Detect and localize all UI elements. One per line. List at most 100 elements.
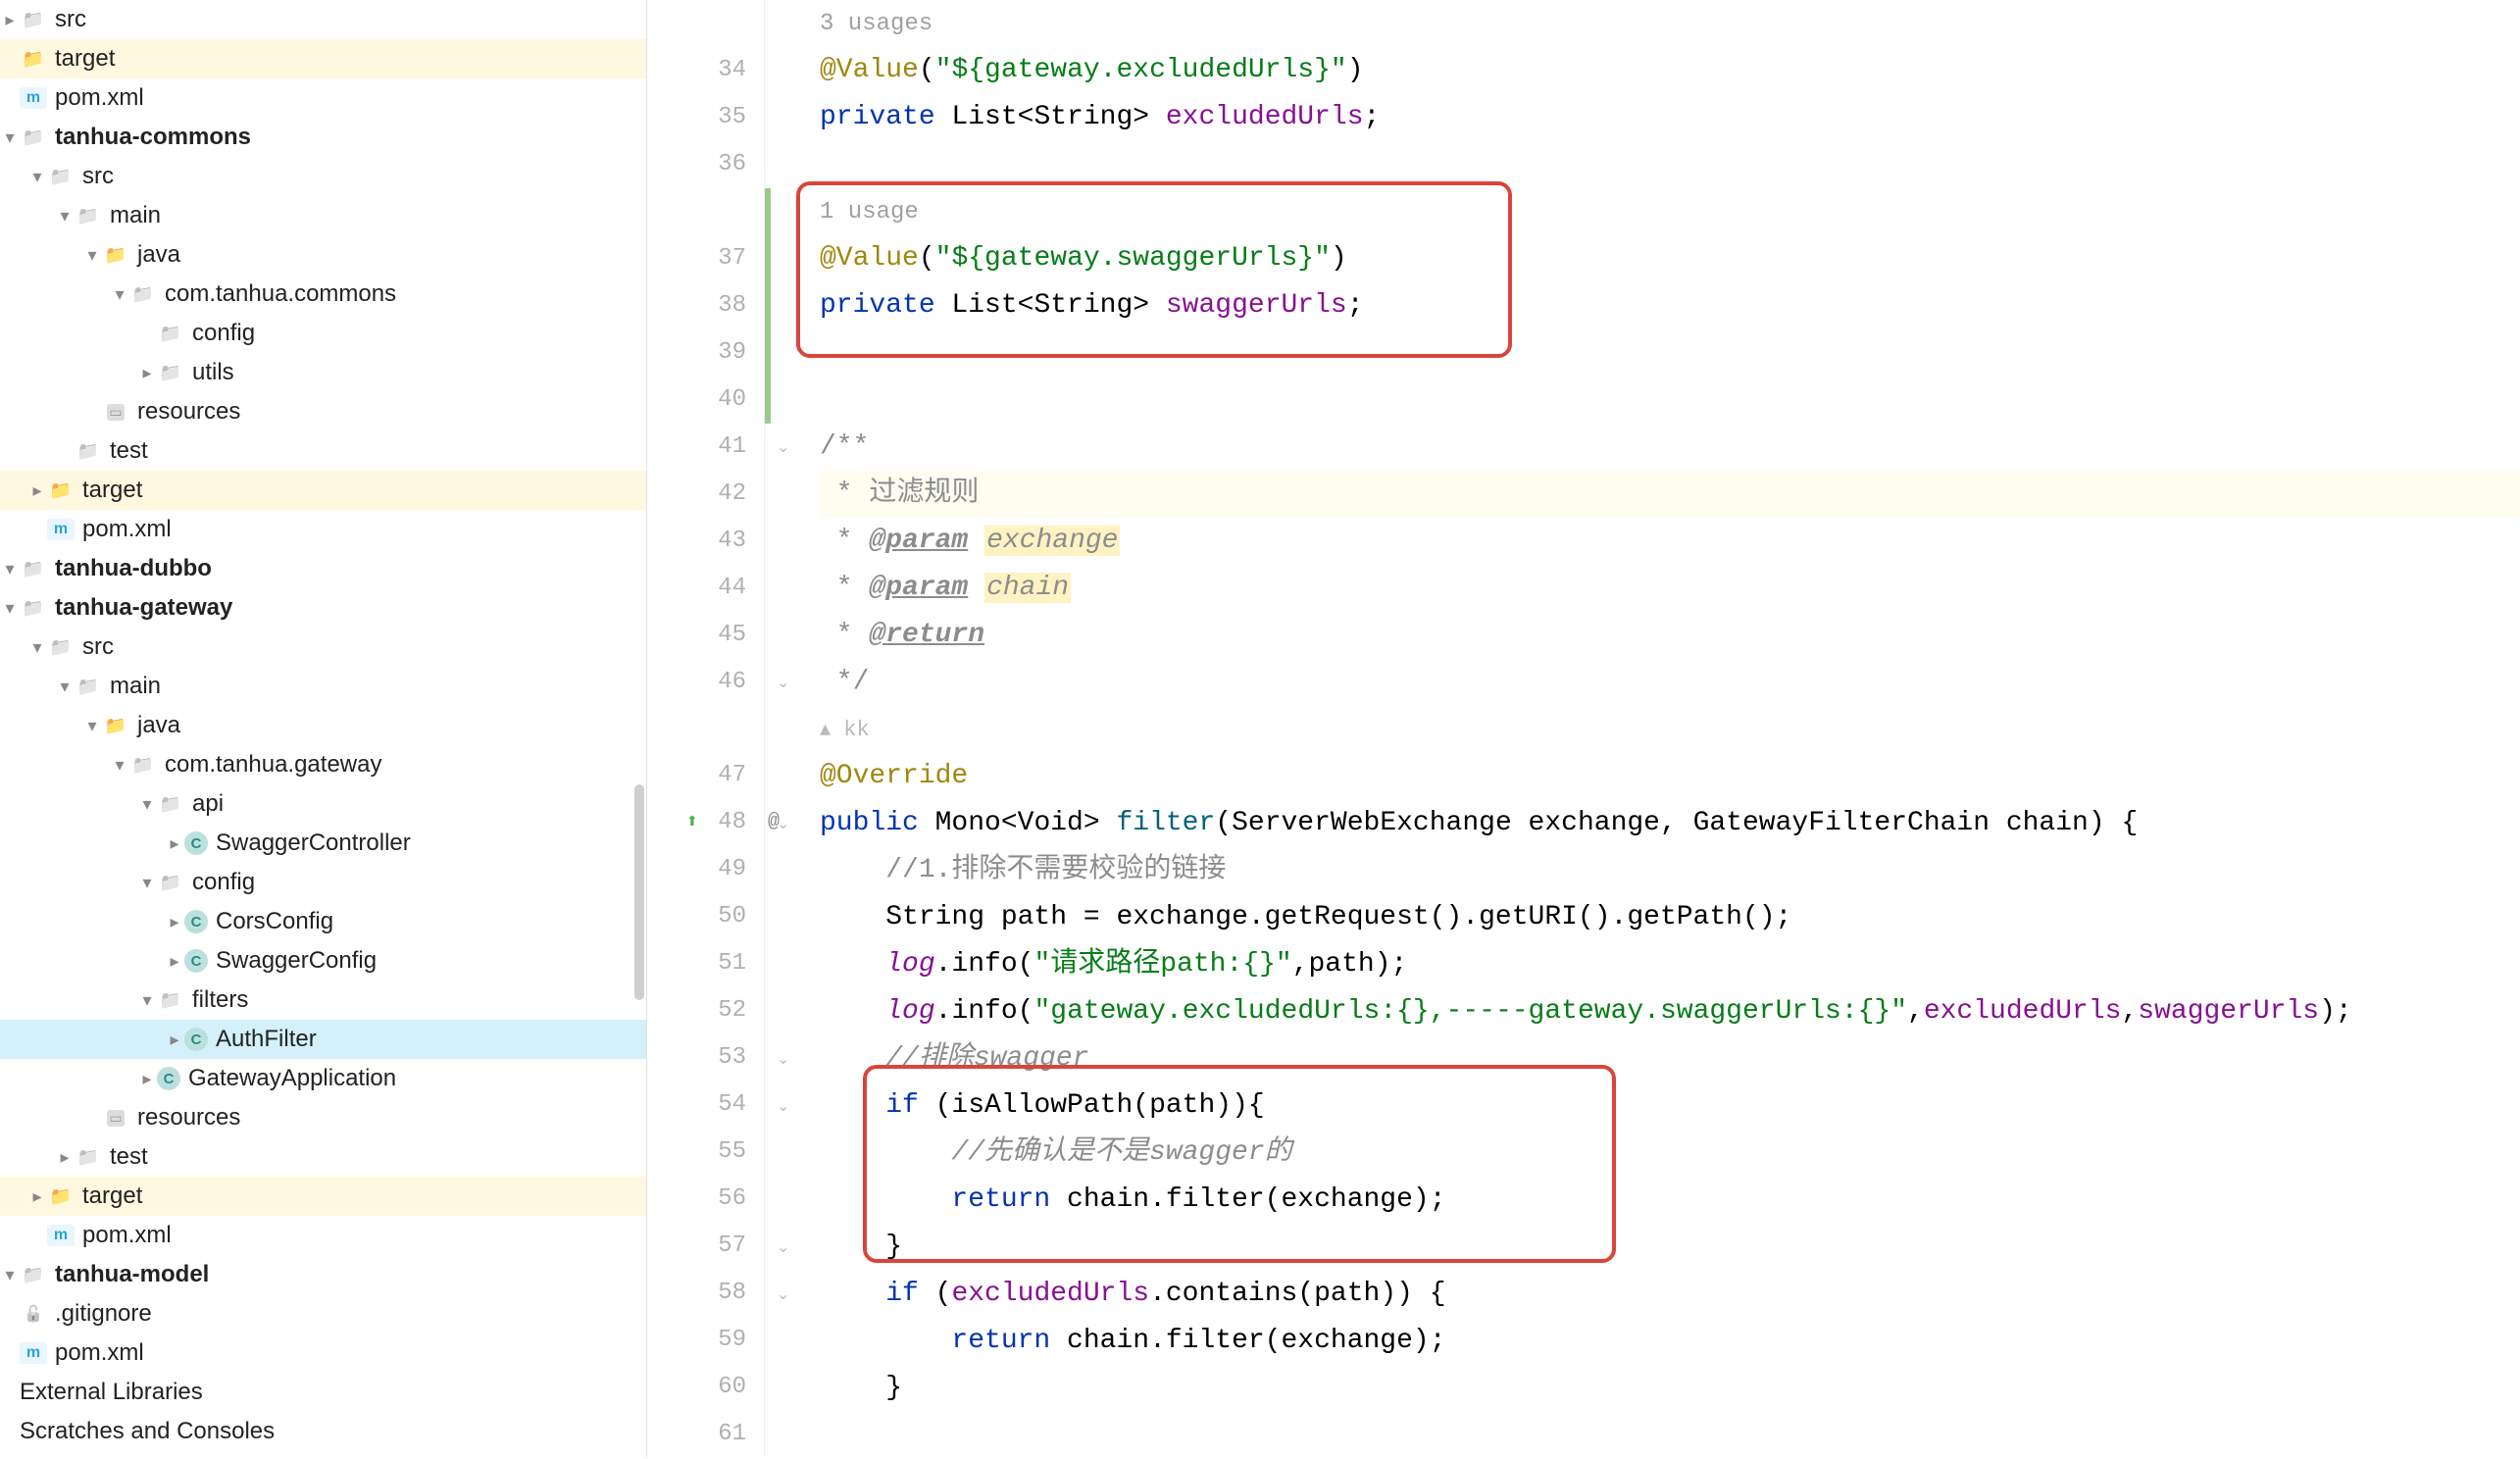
- expand-arrow-icon[interactable]: [110, 284, 129, 305]
- line-number[interactable]: 37: [647, 235, 764, 282]
- tree-item-config[interactable]: config: [0, 863, 646, 902]
- tree-item-filters[interactable]: filters: [0, 981, 646, 1020]
- tree-item-pom-xml[interactable]: mpom.xml: [0, 78, 646, 118]
- override-gutter-icon[interactable]: ⬆: [686, 814, 698, 830]
- line-number[interactable]: 40: [647, 377, 764, 424]
- line-number[interactable]: 52: [647, 987, 764, 1034]
- line-number[interactable]: 48⬆@: [647, 799, 764, 846]
- line-number[interactable]: 45: [647, 611, 764, 658]
- code-line[interactable]: if (isAllowPath(path)){: [820, 1082, 2520, 1130]
- code-line[interactable]: private List<String> excludedUrls;: [820, 94, 2520, 141]
- expand-arrow-icon[interactable]: [82, 245, 102, 266]
- expand-arrow-icon[interactable]: [27, 167, 47, 187]
- tree-item-swaggerconfig[interactable]: CSwaggerConfig: [0, 941, 646, 981]
- code-line[interactable]: /**: [820, 424, 2520, 471]
- fold-toggle-icon[interactable]: ⌄: [777, 1284, 789, 1304]
- code-line[interactable]: }: [820, 1224, 2520, 1271]
- expand-arrow-icon[interactable]: [55, 1147, 75, 1168]
- expand-arrow-icon[interactable]: [0, 598, 20, 619]
- line-number[interactable]: 36: [647, 141, 764, 188]
- code-line[interactable]: 3 usages: [820, 0, 2520, 47]
- tree-item-tanhua-gateway[interactable]: tanhua-gateway: [0, 588, 646, 628]
- vcs-change-marker[interactable]: [765, 188, 771, 424]
- line-number[interactable]: 54: [647, 1082, 764, 1129]
- fold-toggle-icon[interactable]: ⌄: [777, 1237, 789, 1257]
- tree-item-pom-xml[interactable]: mpom.xml: [0, 1216, 646, 1255]
- code-line[interactable]: */: [820, 659, 2520, 706]
- line-number[interactable]: 51: [647, 940, 764, 987]
- tree-item-swaggercontroller[interactable]: CSwaggerController: [0, 824, 646, 863]
- line-number[interactable]: 38: [647, 282, 764, 329]
- expand-arrow-icon[interactable]: [137, 873, 157, 893]
- code-line[interactable]: * @return: [820, 612, 2520, 659]
- tree-item-scratches-and-consoles[interactable]: Scratches and Consoles: [0, 1412, 646, 1451]
- code-line[interactable]: @Override: [820, 753, 2520, 800]
- fold-toggle-icon[interactable]: ⌄: [777, 437, 789, 457]
- line-number[interactable]: 46: [647, 658, 764, 705]
- tree-item-config[interactable]: config: [0, 314, 646, 353]
- fold-toggle-icon[interactable]: ⌄: [777, 673, 789, 692]
- expand-arrow-icon[interactable]: [27, 480, 47, 501]
- line-number[interactable]: 56: [647, 1175, 764, 1222]
- tree-item-authfilter[interactable]: CAuthFilter: [0, 1020, 646, 1059]
- code-line[interactable]: * @param exchange: [820, 518, 2520, 565]
- line-number[interactable]: 42: [647, 470, 764, 517]
- tree-item-resources[interactable]: resources: [0, 392, 646, 431]
- line-number[interactable]: [647, 0, 764, 47]
- expand-arrow-icon[interactable]: [137, 1069, 157, 1089]
- code-line[interactable]: @Value("${gateway.swaggerUrls}"): [820, 235, 2520, 282]
- code-line[interactable]: @Value("${gateway.excludedUrls}"): [820, 47, 2520, 94]
- expand-arrow-icon[interactable]: [0, 1265, 20, 1285]
- code-line[interactable]: ▴ kk: [820, 706, 2520, 753]
- tree-item-external-libraries[interactable]: External Libraries: [0, 1373, 646, 1412]
- tree-item-corsconfig[interactable]: CCorsConfig: [0, 902, 646, 941]
- expand-arrow-icon[interactable]: [55, 677, 75, 697]
- code-area[interactable]: 3 usages @Value("${gateway.excludedUrls}"…: [796, 0, 2520, 1457]
- code-line[interactable]: //1.排除不需要校验的链接: [820, 847, 2520, 894]
- expand-arrow-icon[interactable]: [165, 1030, 184, 1050]
- line-number[interactable]: [647, 188, 764, 235]
- code-line[interactable]: String path = exchange.getRequest().getU…: [820, 894, 2520, 941]
- expand-arrow-icon[interactable]: [0, 10, 20, 30]
- code-line[interactable]: return chain.filter(exchange);: [820, 1177, 2520, 1224]
- code-line[interactable]: [820, 377, 2520, 424]
- line-number[interactable]: 43: [647, 517, 764, 564]
- expand-arrow-icon[interactable]: [0, 127, 20, 148]
- line-number[interactable]: 47: [647, 752, 764, 799]
- code-line[interactable]: 1 usage: [820, 188, 2520, 235]
- tree-item-api[interactable]: api: [0, 784, 646, 824]
- fold-toggle-icon[interactable]: ⌄: [777, 1049, 789, 1069]
- expand-arrow-icon[interactable]: [137, 794, 157, 815]
- tree-item-java[interactable]: java: [0, 706, 646, 745]
- line-number[interactable]: 41: [647, 423, 764, 470]
- usages-hint[interactable]: 1 usage: [820, 199, 919, 226]
- tree-item-pom-xml[interactable]: mpom.xml: [0, 1333, 646, 1373]
- line-number[interactable]: 39: [647, 329, 764, 377]
- tree-item-target[interactable]: target: [0, 471, 646, 510]
- line-number[interactable]: 49: [647, 846, 764, 893]
- code-line[interactable]: * 过滤规则: [820, 471, 2520, 518]
- tree-item-target[interactable]: target: [0, 1177, 646, 1216]
- code-line[interactable]: return chain.filter(exchange);: [820, 1318, 2520, 1365]
- expand-arrow-icon[interactable]: [165, 951, 184, 972]
- line-number[interactable]: 59: [647, 1316, 764, 1363]
- expand-arrow-icon[interactable]: [165, 833, 184, 854]
- code-line[interactable]: public Mono<Void> filter(ServerWebExchan…: [820, 800, 2520, 847]
- tree-item-target[interactable]: target: [0, 39, 646, 78]
- expand-arrow-icon[interactable]: [27, 637, 47, 658]
- line-number[interactable]: [647, 705, 764, 752]
- line-number[interactable]: 61: [647, 1410, 764, 1457]
- code-line[interactable]: }: [820, 1365, 2520, 1412]
- tree-item-tanhua-model[interactable]: tanhua-model: [0, 1255, 646, 1294]
- expand-arrow-icon[interactable]: [137, 363, 157, 383]
- code-line[interactable]: [820, 1412, 2520, 1459]
- tree-item-java[interactable]: java: [0, 235, 646, 275]
- line-number[interactable]: 58: [647, 1269, 764, 1316]
- expand-arrow-icon[interactable]: [55, 206, 75, 226]
- usages-hint[interactable]: 3 usages: [820, 11, 932, 37]
- expand-arrow-icon[interactable]: [137, 990, 157, 1011]
- scrollbar-thumb[interactable]: [634, 784, 644, 1000]
- line-number[interactable]: 55: [647, 1129, 764, 1176]
- code-line[interactable]: [820, 329, 2520, 377]
- expand-arrow-icon[interactable]: [165, 912, 184, 932]
